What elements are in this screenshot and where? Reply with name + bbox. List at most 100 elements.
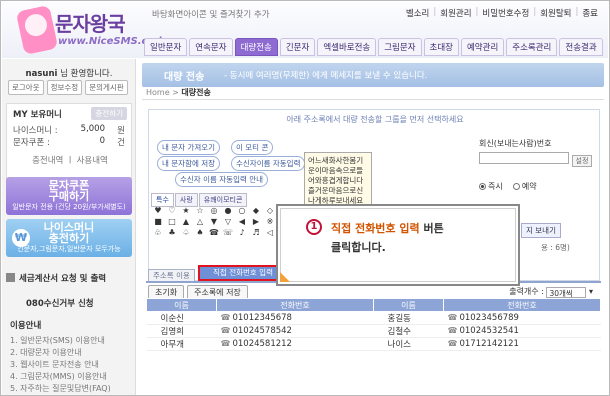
nav-excel-send[interactable]: 엑셀바로전송 — [317, 38, 377, 56]
nav-send-result[interactable]: 전송결과 — [559, 38, 603, 56]
char-cell[interactable]: ♣ — [165, 227, 179, 238]
nav-general-sms[interactable]: 일반문자 — [144, 38, 188, 56]
char-cell[interactable]: ▶ — [249, 216, 263, 227]
history-links[interactable]: 충전내역 ㅣ 사용내역 — [7, 154, 133, 166]
char-cell[interactable]: ※ — [263, 216, 277, 227]
phone-cell[interactable]: ☎ 01012345678 — [216, 311, 374, 325]
phone-cell[interactable]: ☎ 01024532541 — [443, 324, 601, 338]
charge-button[interactable]: 충전하기 — [91, 107, 127, 120]
char-cell[interactable]: ▼ — [207, 216, 221, 227]
save-to-inbox-button[interactable]: 내 문자함에 저장 — [157, 156, 221, 171]
phone-number: 01024578542 — [232, 326, 292, 336]
callback-number-input[interactable] — [479, 152, 569, 164]
phone-cell[interactable]: ☎ 01024578542 — [216, 324, 374, 338]
name-cell[interactable]: 아무개 — [146, 337, 217, 351]
coupon-buy-banner[interactable]: 문자쿠폰 구매하기 일반문자 전용 (건당 20원/부가세별도) — [6, 177, 132, 215]
reserve-radio[interactable] — [512, 182, 520, 190]
char-cell[interactable]: ☎ — [207, 227, 221, 238]
nav-addressbook[interactable]: 주소록관리 — [506, 38, 558, 56]
phone-cell[interactable]: ☎ 01712142121 — [443, 337, 601, 351]
guide-item[interactable]: 2. 대량문자 이용안내 — [10, 347, 82, 358]
inquiry-board-button[interactable]: 문의게시판 — [85, 80, 128, 95]
guide-title: 이용안내 — [10, 321, 42, 331]
char-cell[interactable]: ◎ — [207, 205, 221, 216]
phone-icon: ☎ — [220, 339, 231, 348]
output-count-select[interactable]: 30개씩 — [546, 287, 587, 298]
tax-invoice-label: 세금계산서 요청 및 출력 — [19, 274, 107, 284]
coupon-value: 0 — [99, 136, 105, 146]
callback-set-button[interactable]: 설정 — [571, 154, 593, 167]
char-cell[interactable]: ◀ — [235, 216, 249, 227]
toplink-ringtone[interactable]: 벨소리 — [406, 7, 429, 19]
phone-cell[interactable]: ☎ 01023456789 — [443, 311, 601, 325]
nav-bulk-send[interactable]: 대량전송 — [234, 38, 278, 56]
auto-name-button[interactable]: 수신자이름 자동입력 — [231, 156, 306, 171]
char-cell[interactable]: ♥ — [151, 205, 165, 216]
immediate-radio[interactable] — [479, 182, 486, 190]
char-cell[interactable]: ♬ — [249, 227, 263, 238]
send-button[interactable]: 지 보내기 — [521, 223, 561, 238]
char-cell[interactable]: ■ — [151, 216, 165, 227]
toplink-withdraw[interactable]: 회원탈퇴 — [540, 7, 571, 19]
instruction-callout: 1 직접 전화번호 입력 버튼 클릭합니다. — [276, 204, 520, 286]
char-cell[interactable]: ◁ — [263, 227, 277, 238]
guide-item[interactable]: 4. 그림문자(MMS) 이용안내 — [10, 371, 107, 382]
name-cell[interactable]: 김영희 — [146, 324, 217, 338]
chevron-down-icon[interactable]: ▾ — [589, 287, 593, 296]
load-my-message-button[interactable]: 내 문자 가져오기 — [157, 140, 221, 155]
guide-item[interactable]: 1. 일반문자(SMS) 이용안내 — [10, 335, 105, 346]
char-cell[interactable]: ☏ — [221, 227, 235, 238]
breadcrumb-home[interactable]: Home > — [146, 88, 179, 97]
char-cell[interactable]: ♧ — [151, 227, 165, 238]
phone-cell[interactable]: ☎ 01024581212 — [216, 337, 374, 351]
guide-item[interactable]: 5. 자주하는 질문및답변(FAQ) — [10, 383, 111, 394]
emoticon-button[interactable]: 이 모티 콘 — [231, 140, 274, 155]
callout-highlight: 직접 전화번호 입력 — [331, 222, 420, 235]
char-cell[interactable]: ● — [221, 205, 235, 216]
char-cell[interactable]: △ — [193, 216, 207, 227]
char-cell[interactable]: ♠ — [193, 227, 207, 238]
welcome-suffix: 님 환영합니다. — [60, 69, 113, 79]
phone-icon: ☎ — [447, 339, 458, 348]
char-cell[interactable]: □ — [165, 216, 179, 227]
char-cell[interactable]: ▲ — [179, 216, 193, 227]
char-cell[interactable]: ♪ — [235, 227, 249, 238]
name-cell[interactable]: 나이스 — [373, 337, 444, 351]
name-cell[interactable]: 김철수 — [373, 324, 444, 338]
char-cell[interactable]: ◆ — [249, 205, 263, 216]
nav-continuous-sms[interactable]: 연속문자 — [189, 38, 233, 56]
nav-picture-sms[interactable]: 그림문자 — [378, 38, 422, 56]
edit-info-button[interactable]: 정보수정 — [46, 80, 83, 95]
auto-name-guide-button[interactable]: 수신자 이름 자동입력 안내 — [175, 172, 269, 187]
tax-invoice-link[interactable]: 세금계산서 요청 및 출력 — [6, 272, 132, 284]
logout-button[interactable]: 로그아웃 — [8, 80, 44, 95]
money-charge-banner[interactable]: ₩ 나이스머니 충전하기 긴문자,그림문자,일반문자 모두가능 — [6, 219, 132, 257]
name-cell[interactable]: 이순신 — [146, 311, 217, 325]
char-cell[interactable]: ▽ — [221, 216, 235, 227]
char-cell[interactable]: ♡ — [165, 205, 179, 216]
char-cell[interactable]: ♤ — [179, 227, 193, 238]
phone-icon: ☎ — [220, 326, 231, 335]
nav-invitation[interactable]: 초대장 — [423, 38, 459, 56]
nav-long-sms[interactable]: 긴문자 — [279, 38, 316, 56]
money-panel: MY 보유머니 충전하기 나이스머니 : 5,000 원 문자쿠폰 : 0 건 … — [6, 103, 132, 179]
bookmark-link[interactable]: 바탕화면아이콘 및 즐겨찾기 추가 — [152, 8, 270, 20]
callout-corner-triangle — [280, 272, 290, 282]
char-cell[interactable]: ○ — [235, 205, 249, 216]
phone-number: 01712142121 — [459, 339, 519, 349]
toplink-member[interactable]: 회원관리 — [440, 7, 471, 19]
char-cell[interactable]: ◇ — [263, 205, 277, 216]
toplink-exit[interactable]: 종료 — [582, 7, 598, 19]
guide-item[interactable]: 3. 웹사이트 문자전송 안내 — [10, 359, 99, 370]
logo[interactable]: 문자왕국 www.NiceSMS.co.kr — [10, 4, 170, 56]
phone-mascot-icon — [15, 4, 59, 56]
char-cell[interactable]: ☆ — [193, 205, 207, 216]
reject-080-link[interactable]: 080수신거부 신청 — [6, 297, 132, 309]
name-cell[interactable]: 홍길동 — [373, 311, 444, 325]
toplink-password[interactable]: 비밀번호수정 — [482, 7, 529, 19]
table-header-row: 이름 전화번호 이름 전화번호 — [146, 298, 601, 312]
tab-direct-input[interactable]: 직접 전화번호 입력 — [198, 265, 288, 281]
recipient-count: 용 : 6명) — [541, 243, 570, 252]
nav-reservation[interactable]: 예약관리 — [460, 38, 505, 56]
char-cell[interactable]: ★ — [179, 205, 193, 216]
